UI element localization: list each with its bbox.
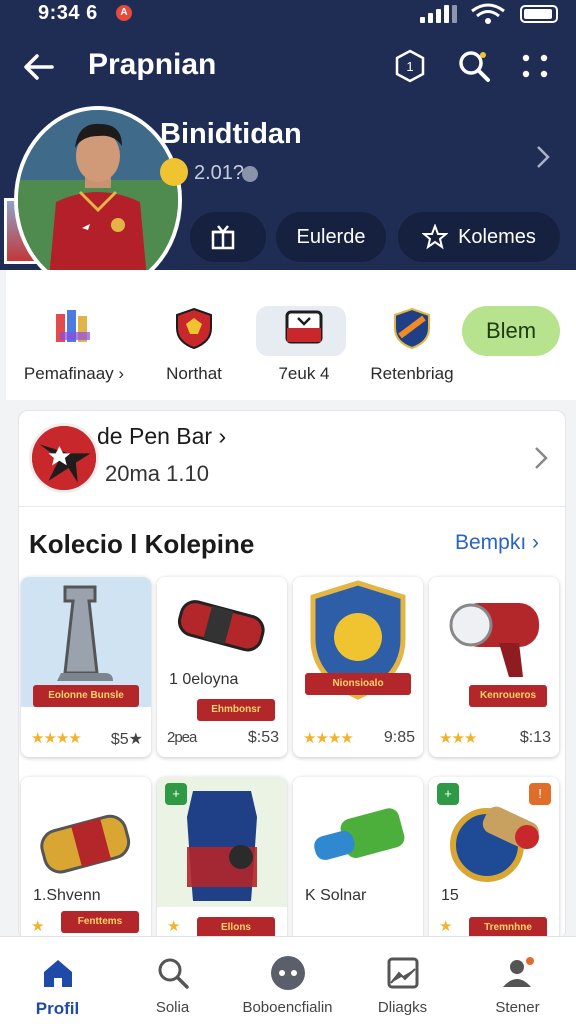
collection-item-cannon[interactable]: K Solnar: [293, 777, 423, 939]
rating-stars: ★★★★: [303, 730, 354, 747]
copy-icon[interactable]: [242, 166, 258, 182]
chevron-right-icon[interactable]: [534, 144, 552, 170]
item-name: 1.Shvenn: [33, 887, 101, 904]
item-price: 9:85: [383, 729, 415, 746]
item-ribbon: Fenttems: [61, 911, 139, 933]
tab-label: Dliagks: [377, 999, 428, 1016]
search-icon[interactable]: [456, 48, 492, 84]
see-more-link[interactable]: Bempkı ›: [455, 531, 539, 555]
gift-button[interactable]: [190, 212, 266, 262]
home-icon: [44, 960, 72, 987]
tab-label: Profil: [35, 999, 80, 1018]
jersey-icon: [285, 310, 323, 344]
level-badge-icon[interactable]: 1: [392, 48, 428, 84]
collection-title: Kolecio l Kolepine: [29, 529, 255, 559]
gift-icon: [211, 225, 235, 250]
category-label: 7euk 4: [278, 364, 330, 383]
svg-text:1: 1: [406, 59, 413, 74]
item-ribbon: Eolonne Bunsle: [33, 685, 139, 707]
rating-stars: 2pea: [167, 729, 197, 746]
rating-stars: ★: [167, 918, 180, 935]
club-logo: [29, 423, 99, 493]
item-price: $:53: [247, 729, 279, 746]
player-photo: [18, 110, 178, 290]
tab-solia[interactable]: Solia: [115, 937, 230, 1024]
user-icon: [503, 957, 534, 987]
collection-item-blaster[interactable]: Kenroueros ★★★ $:13: [429, 577, 559, 757]
item-price: $:13: [519, 729, 551, 746]
search-icon: [158, 958, 189, 989]
collection-item-shirt[interactable]: + Ellons ★: [157, 777, 287, 939]
tab-label: Solia: [155, 999, 190, 1016]
item-name: K Solnar: [305, 887, 367, 904]
category-pemafinaay[interactable]: Pemafinaay ›: [14, 270, 134, 400]
item-ribbon: Kenroueros: [469, 685, 547, 707]
collection-item-roller[interactable]: 1.Shvenn Fenttems ★: [21, 777, 151, 939]
signal-icon: [420, 5, 462, 23]
back-arrow-icon[interactable]: [22, 50, 56, 84]
category-retenbriag[interactable]: Retenbriag: [352, 270, 472, 400]
bottom-nav: Profil Solia Boboencfialin Dliagks Stene…: [0, 936, 576, 1024]
wifi-icon: [471, 3, 505, 24]
kolemes-label: Kolemes: [458, 225, 536, 248]
eulerde-label: Eulerde: [296, 225, 366, 248]
blem-button[interactable]: Blem: [462, 306, 560, 356]
chevron-right-icon[interactable]: [533, 445, 549, 471]
collection-item-tube[interactable]: 1 0eloyna Ehmbonsr 2pea $:53: [157, 577, 287, 757]
item-ribbon: Nionsioalo: [305, 673, 411, 695]
category-label: Retenbriag: [370, 364, 454, 383]
tab-label: Stener: [495, 999, 540, 1016]
medal-icon: [160, 158, 188, 186]
category-label: Northat: [166, 364, 222, 383]
status-bar: 9:34 6 A: [0, 0, 576, 30]
profile-header: 9:34 6 A Prapnian 1 Binidtidan 2.01? Eul…: [0, 0, 576, 294]
chat-icon: [271, 956, 305, 990]
rating-stars: ★: [31, 918, 44, 935]
item-name: 15: [441, 887, 459, 904]
crest-icon: [394, 307, 430, 350]
category-7euk[interactable]: 7euk 4: [244, 270, 364, 400]
new-badge-icon: +: [437, 783, 459, 805]
hot-badge-icon: !: [529, 783, 551, 805]
profile-code: 2.01?: [194, 162, 245, 184]
battery-icon: [520, 5, 558, 23]
content-card: de Pen Bar › 20ma 1.10 Kolecio l Kolepin…: [18, 410, 566, 940]
tab-stener[interactable]: Stener: [460, 937, 575, 1024]
rating-stars: ★: [439, 918, 452, 935]
collection-item-badge[interactable]: Nionsioalo ★★★★ 9:85: [293, 577, 423, 757]
item-ribbon: Ehmbonsr: [197, 699, 275, 721]
category-label: Pemafinaay ›: [23, 364, 125, 383]
image-icon: [387, 957, 419, 989]
tab-boboencfialin[interactable]: Boboencfialin: [230, 937, 345, 1024]
category-row: Pemafinaay › Northat 7euk 4 Retenbriag B…: [6, 270, 576, 400]
category-northat[interactable]: Northat: [134, 270, 254, 400]
collection-item-boot[interactable]: Eolonne Bunsle ★★★★ $5★: [21, 577, 151, 757]
shield-icon: [176, 307, 212, 350]
tab-label: Boboencfialin: [242, 999, 333, 1016]
notification-icon: A: [116, 5, 132, 21]
rating-stars: ★★★: [439, 730, 477, 747]
kolemes-button[interactable]: Kolemes: [398, 212, 560, 262]
club-row[interactable]: de Pen Bar › 20ma 1.10: [19, 411, 565, 507]
item-price: $5★: [110, 731, 143, 748]
page-title: Prapnian: [88, 48, 217, 81]
star-icon: [422, 224, 449, 250]
item-name: 1 0eloyna: [169, 671, 239, 688]
more-options-icon[interactable]: [518, 48, 554, 84]
tab-profil[interactable]: Profil: [0, 937, 115, 1024]
status-time: 9:34 6: [38, 2, 98, 24]
club-name: de Pen Bar ›: [97, 423, 227, 449]
eulerde-button[interactable]: Eulerde: [276, 212, 386, 262]
avatar[interactable]: [14, 106, 182, 294]
new-badge-icon: +: [165, 783, 187, 805]
rating-stars: ★★★★: [31, 730, 82, 747]
mosaic-icon: [56, 310, 90, 342]
profile-name: Binidtidan: [160, 118, 302, 150]
collection-item-wheel[interactable]: + ! 15 Tremnhne ★: [429, 777, 559, 939]
club-meta: 20ma 1.10: [105, 461, 209, 486]
tab-dliagks[interactable]: Dliagks: [345, 937, 460, 1024]
